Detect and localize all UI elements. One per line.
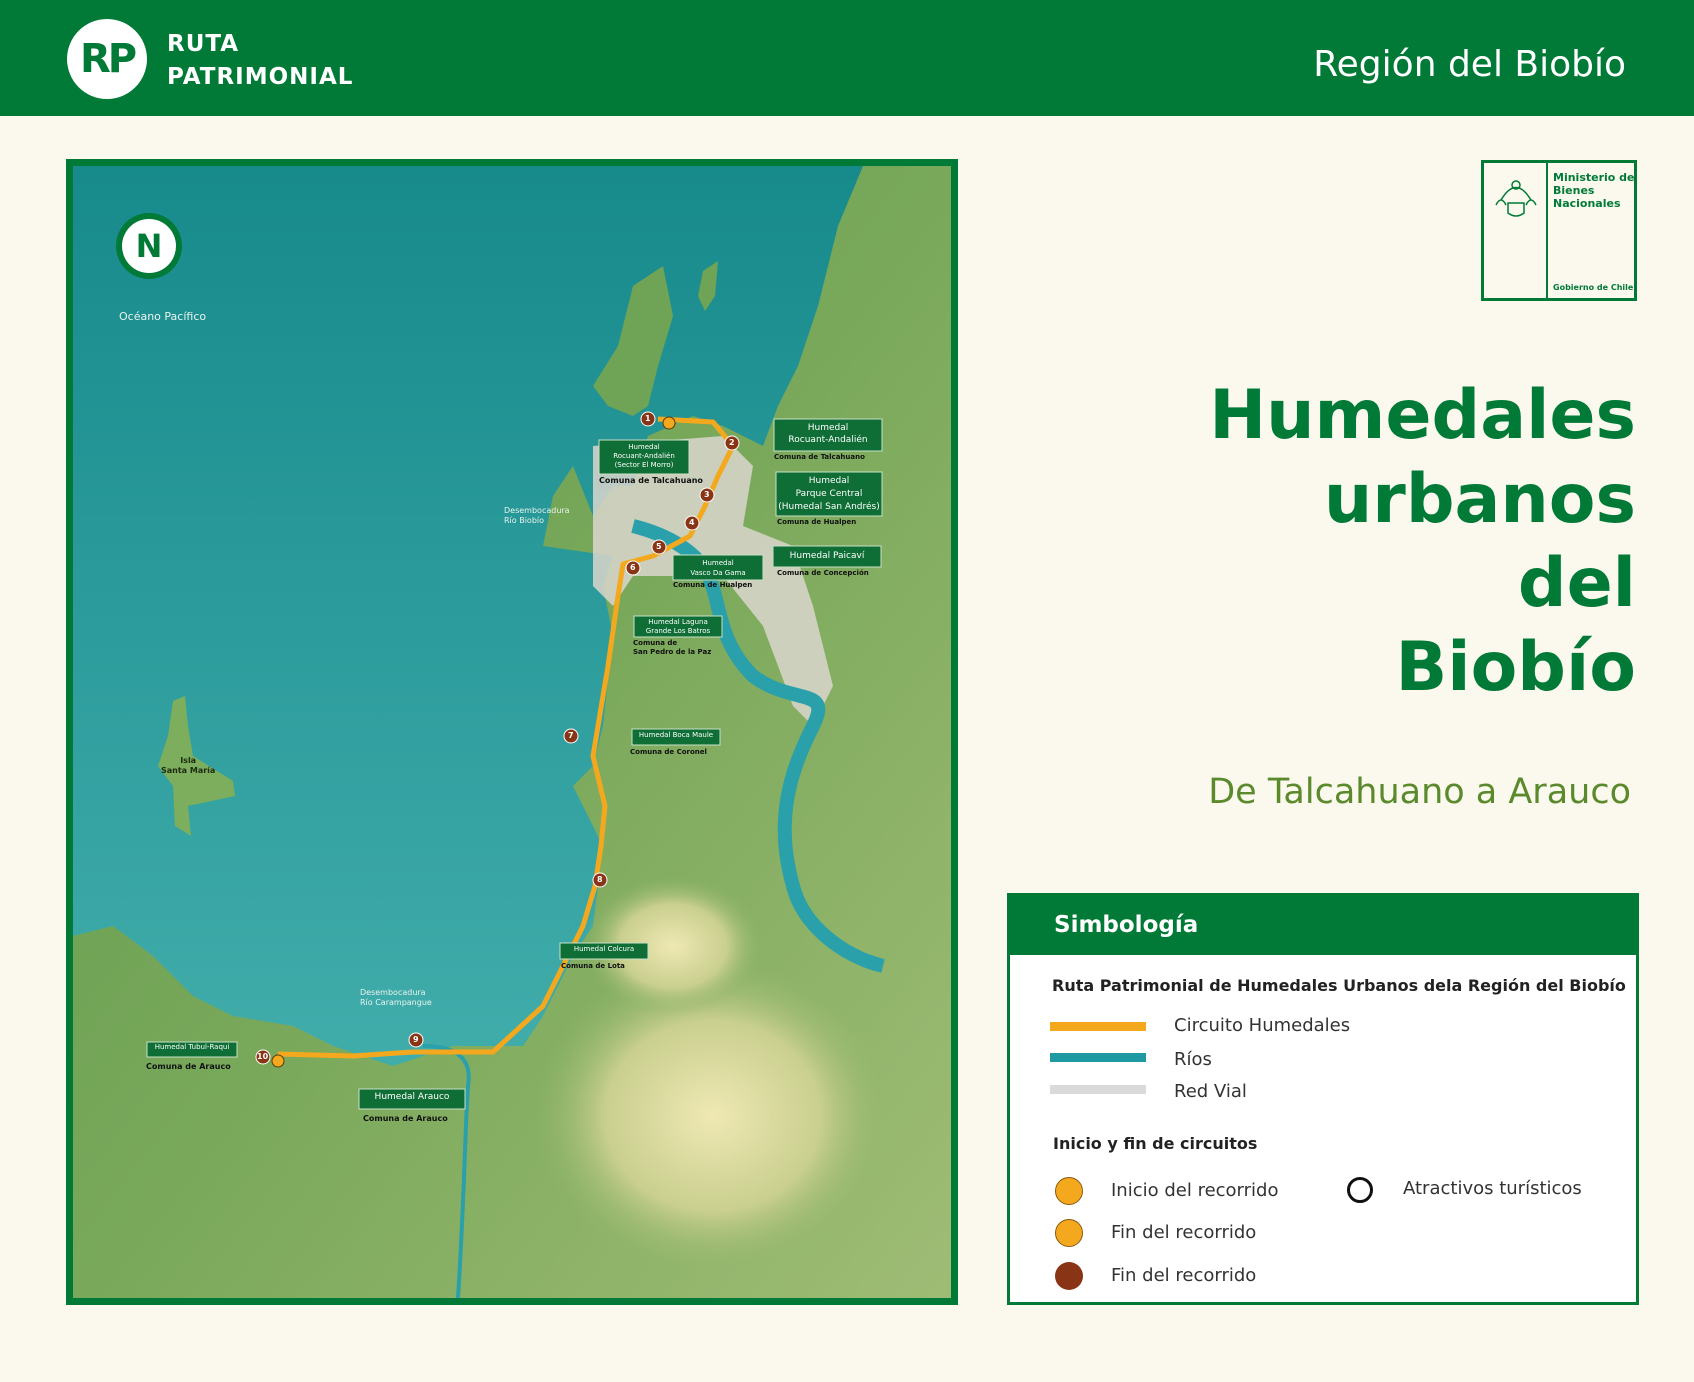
logo-initials: RP: [79, 36, 137, 82]
site-label-4: Humedal Paicaví: [789, 551, 865, 561]
legend-title: Simbología: [1054, 912, 1199, 938]
page-title: Humedales urbanos del Biobío: [1209, 374, 1636, 710]
ministry-divider: [1546, 163, 1548, 298]
title-line-2: urbanos: [1323, 460, 1636, 539]
carampangue-mouth-label: Desembocadura Río Carampangue: [360, 988, 432, 1008]
legend-road-label: Red Vial: [1174, 1081, 1247, 1102]
marker-number: 1: [645, 414, 651, 423]
end-marker: [271, 1054, 285, 1068]
ministry-logo: Ministerio de Bienes Nacionales Gobierno…: [1481, 160, 1637, 301]
site-name: Humedal: [807, 423, 849, 433]
marker-number: 10: [257, 1052, 269, 1061]
site-commune-7: Comuna de Coronel: [630, 748, 707, 756]
coat-of-arms-icon: [1495, 180, 1537, 217]
marker-number: 5: [656, 542, 662, 551]
site-label-8: Humedal Colcura: [573, 945, 635, 953]
biobio-mouth-1: Desembocadura: [504, 506, 570, 515]
site-label-1: Humedal Rocuant-Andalién (Sector El Morr…: [599, 443, 689, 470]
island-label: Isla Santa María: [161, 756, 215, 776]
legend-panel: Simbología Ruta Patrimonial de Humedales…: [1007, 893, 1639, 1305]
logo-wordmark: RUTA PATRIMONIAL: [167, 28, 353, 94]
site-name: (Humedal San Andrés): [778, 502, 880, 512]
carampangue-mouth-2: Río Carampangue: [360, 998, 432, 1007]
legend-points-heading: Inicio y fin de circuitos: [1053, 1134, 1258, 1153]
ocean-label: Océano Pacífico: [119, 310, 207, 323]
marker-number: 9: [413, 1035, 419, 1044]
attraction-circle-icon: [1347, 1177, 1373, 1203]
site-commune-5: Comuna de Hualpen: [673, 581, 753, 589]
site-commune-6: Comuna de San Pedro de la Paz: [633, 639, 711, 657]
site-label-5: Humedal Vasco Da Gama: [673, 558, 763, 578]
end-dot-icon: [1055, 1219, 1083, 1247]
end-brown-dot-icon: [1055, 1262, 1083, 1290]
marker-number: 8: [597, 875, 603, 884]
title-line-1: Humedales: [1209, 376, 1636, 455]
legend-route-label: Circuito Humedales: [1174, 1015, 1351, 1036]
marker-number: 6: [630, 563, 636, 572]
site-name: (Sector El Morro): [614, 461, 674, 469]
biobio-mouth-2: Río Biobío: [504, 516, 545, 525]
site-name: Rocuant-Andalién: [788, 435, 868, 445]
legend-route-heading: Ruta Patrimonial de Humedales Urbanos de…: [1052, 976, 1626, 995]
marker-number: 2: [729, 438, 735, 447]
page-subtitle: De Talcahuano a Arauco: [1208, 772, 1631, 812]
site-label-3: Humedal Parque Central (Humedal San Andr…: [776, 475, 882, 514]
site-name: Humedal: [628, 443, 660, 451]
island-label-2: Santa María: [161, 766, 216, 775]
site-commune-8: Comuna de Lota: [561, 962, 625, 970]
site-name: Humedal Laguna: [648, 618, 708, 626]
biobio-mouth-label: Desembocadura Río Biobío: [504, 506, 570, 526]
legend-attractions-label: Atractivos turísticos: [1403, 1178, 1582, 1199]
legend-route-line: [1050, 1022, 1146, 1031]
legend-end-label-2: Fin del recorrido: [1111, 1265, 1257, 1286]
ministry-name: Ministerio de Bienes Nacionales: [1553, 171, 1635, 210]
start-marker: [662, 416, 676, 430]
legend-end-label-1: Fin del recorrido: [1111, 1222, 1257, 1243]
site-label-7: Humedal Boca Maule: [638, 731, 714, 739]
island-label-1: Isla: [180, 756, 197, 765]
marker-number: 7: [568, 731, 574, 740]
site-name: Vasco Da Gama: [690, 569, 746, 577]
title-line-3: del: [1517, 544, 1636, 623]
site-commune: San Pedro de la Paz: [633, 648, 712, 656]
start-dot-icon: [1055, 1177, 1083, 1205]
site-label-6: Humedal Laguna Grande Los Batros: [634, 618, 722, 636]
site-commune-10: Comuna de Arauco: [146, 1062, 231, 1071]
north-label: N: [122, 219, 176, 273]
site-name: Grande Los Batros: [645, 627, 711, 635]
site-commune-3: Comuna de Hualpen: [777, 518, 857, 526]
site-name: Rocuant-Andalién: [613, 452, 675, 460]
site-label-2: Humedal Rocuant-Andalién: [774, 422, 882, 446]
title-line-4: Biobío: [1395, 628, 1636, 707]
legend-start-label: Inicio del recorrido: [1111, 1180, 1279, 1201]
site-commune: Comuna de: [633, 639, 678, 647]
north-arrow: N: [116, 213, 182, 279]
carampangue-mouth-1: Desembocadura: [360, 988, 426, 997]
site-commune-2: Comuna de Talcahuano: [774, 453, 865, 461]
logo-line-2: PATRIMONIAL: [167, 64, 354, 90]
marker-number: 3: [704, 490, 710, 499]
ruta-patrimonial-logo: RP: [67, 19, 147, 99]
site-name: Humedal: [702, 559, 734, 567]
government-label: Gobierno de Chile: [1553, 283, 1634, 292]
header-bar: RP RUTA PATRIMONIAL Región del Biobío: [0, 0, 1694, 116]
site-commune-9: Comuna de Arauco: [363, 1114, 448, 1123]
site-commune-1: Comuna de Talcahuano: [599, 476, 703, 485]
site-name: Humedal: [808, 476, 850, 486]
legend-river-line: [1050, 1053, 1146, 1062]
logo-line-1: RUTA: [167, 31, 240, 57]
marker-number: 4: [689, 518, 695, 527]
legend-header: Simbología: [1010, 896, 1636, 955]
legend-river-label: Ríos: [1174, 1049, 1212, 1070]
site-label-10: Humedal Tubul-Raqui: [154, 1043, 230, 1051]
map-canvas: [73, 166, 951, 1298]
site-commune-4: Comuna de Concepción: [777, 569, 869, 577]
site-label-9: Humedal Arauco: [374, 1092, 450, 1102]
region-name: Región del Biobío: [1313, 44, 1626, 85]
route-map: N Océano Pacífico Isla Santa María Desem…: [66, 159, 958, 1305]
site-name: Parque Central: [795, 489, 863, 499]
legend-road-line: [1050, 1085, 1146, 1094]
